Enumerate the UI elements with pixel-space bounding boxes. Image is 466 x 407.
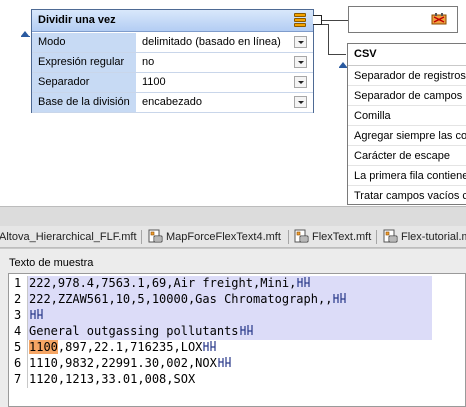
csv-option[interactable]: Separador de campos — [348, 86, 466, 106]
text-line: 6 1110,9832,22991.30,002,NOX — [9, 356, 465, 372]
line-number: 6 — [14, 356, 22, 370]
line-number: 5 — [14, 340, 22, 354]
csv-title: CSV — [348, 44, 466, 66]
csv-option[interactable]: Comilla — [348, 106, 466, 126]
document-tabs: Altova_Hierarchical_FLF.mft MapForceFlex… — [0, 226, 466, 248]
csv-component[interactable]: CSV Separador de registros Separador de … — [347, 43, 466, 205]
csv-option[interactable]: Agregar siempre las comillas — [348, 126, 466, 146]
output-connector[interactable] — [313, 15, 322, 25]
property-row-separator[interactable]: Separador 1100 — [32, 73, 313, 93]
dropdown-arrow-icon[interactable] — [294, 76, 307, 88]
connection-line[interactable] — [328, 54, 346, 55]
property-name: Separador — [32, 73, 136, 92]
property-value: 1100 — [142, 76, 166, 88]
line-content: 222,978.4,7563.1,69,Air freight,Mini, — [29, 276, 311, 292]
line-content: 222,ZZAW561,10,5,10000,Gas Chromatograph… — [29, 292, 347, 308]
text-line: 3 — [9, 308, 465, 324]
newline-icon — [203, 341, 217, 351]
panel-title: Texto de muestra — [9, 257, 94, 269]
line-text: General outgassing pollutants — [29, 324, 239, 338]
line-number: 4 — [14, 324, 22, 338]
pane-splitter[interactable] — [0, 206, 466, 226]
line-number: 1 — [14, 276, 22, 290]
csv-option[interactable]: Separador de registros — [348, 66, 466, 86]
line-content: 1120,1213,33.01,008,SOX — [29, 372, 195, 388]
separator-match-highlight: 1100 — [29, 340, 58, 354]
tab-label: MapForceFlexText4.mft — [166, 231, 281, 243]
line-text: 222,ZZAW561,10,5,10000,Gas Chromatograph… — [29, 292, 333, 306]
tab-divider — [141, 230, 142, 244]
gutter-divider — [27, 356, 28, 372]
mapping-file-icon — [148, 229, 163, 243]
tab-divider — [288, 230, 289, 244]
line-number: 2 — [14, 292, 22, 306]
property-row-split-base[interactable]: Base de la división encabezado — [32, 93, 313, 113]
property-row-regex[interactable]: Expresión regular no — [32, 53, 313, 73]
tab-label: FlexText.mft — [312, 231, 372, 243]
newline-icon — [239, 325, 253, 335]
split-once-component[interactable]: Dividir una vez Modo delimitado (basado … — [31, 9, 314, 113]
property-row-mode[interactable]: Modo delimitado (basado en línea) — [32, 33, 313, 53]
property-value: no — [142, 56, 155, 68]
dropdown-arrow-icon[interactable] — [294, 36, 307, 48]
property-value: encabezado — [142, 96, 202, 108]
sample-text-editor[interactable]: 1 222,978.4,7563.1,69,Air freight,Mini, … — [8, 273, 466, 407]
property-name: Expresión regular — [32, 53, 136, 72]
line-text: 222,978.4,7563.1,69,Air freight,Mini, — [29, 276, 297, 290]
gutter-divider — [27, 372, 28, 388]
gutter-divider — [27, 324, 28, 340]
target-component[interactable] — [348, 6, 458, 33]
line-number: 3 — [14, 308, 22, 322]
mapping-design-area: Dividir una vez Modo delimitado (basado … — [0, 0, 466, 206]
collapse-icon[interactable] — [21, 31, 30, 37]
mapping-file-icon — [294, 229, 309, 243]
text-line: 7 1120,1213,33.01,008,SOX — [9, 372, 465, 388]
line-text: 1120,1213,33.01,008,SOX — [29, 372, 196, 386]
tab-label: Altova_Hierarchical_FLF.mft — [0, 231, 137, 243]
text-line: 2 222,ZZAW561,10,5,10000,Gas Chromatogra… — [9, 292, 465, 308]
line-content — [29, 308, 44, 324]
tab-label: Flex-tutorial.mft — [401, 231, 466, 243]
text-line: 5 1100,897,22.1,716235,LOX — [9, 340, 465, 356]
connection-line[interactable] — [328, 24, 329, 54]
line-content: 1110,9832,22991.30,002,NOX — [29, 356, 232, 372]
line-text: ,897,22.1,716235,LOX — [57, 340, 203, 354]
tab-altova-hierarchical[interactable]: Altova_Hierarchical_FLF.mft — [0, 228, 137, 247]
property-name: Modo — [32, 33, 136, 52]
gutter-divider — [27, 292, 28, 308]
csv-option[interactable]: La primera fila contiene nombres — [348, 166, 466, 186]
tab-mapforceflextext4[interactable]: MapForceFlexText4.mft — [166, 228, 281, 247]
text-line: 4 General outgassing pollutants — [9, 324, 465, 340]
tab-divider — [376, 230, 377, 244]
gutter-divider — [27, 308, 28, 324]
gutter-divider — [27, 276, 28, 292]
line-content: General outgassing pollutants — [29, 324, 254, 340]
line-text: 1110,9832,22991.30,002,NOX — [29, 356, 217, 370]
property-value: delimitado (basado en línea) — [142, 36, 281, 48]
component-title: Dividir una vez — [38, 14, 116, 26]
component-header: Dividir una vez — [32, 10, 313, 32]
tab-flextext[interactable]: FlexText.mft — [312, 228, 371, 247]
gutter-divider — [27, 340, 28, 356]
dropdown-arrow-icon[interactable] — [294, 56, 307, 68]
mapping-file-icon — [383, 229, 398, 243]
flextext-component-icon — [431, 13, 447, 25]
connection-line[interactable] — [322, 20, 348, 21]
newline-icon — [30, 309, 43, 319]
newline-icon — [218, 357, 231, 367]
newline-icon — [297, 277, 310, 287]
tab-flex-tutorial[interactable]: Flex-tutorial.mft — [401, 228, 466, 247]
property-name: Base de la división — [32, 93, 136, 112]
csv-option[interactable]: Tratar campos vacíos como — [348, 186, 466, 204]
text-line: 1 222,978.4,7563.1,69,Air freight,Mini, — [9, 276, 465, 292]
sample-text-panel: Texto de muestra 1 222,978.4,7563.1,69,A… — [0, 248, 466, 407]
line-number: 7 — [14, 372, 22, 386]
line-content: 1100,897,22.1,716235,LOX — [29, 340, 217, 356]
component-menu-icon[interactable] — [294, 13, 306, 28]
dropdown-arrow-icon[interactable] — [294, 96, 307, 108]
newline-icon — [333, 293, 347, 303]
csv-option[interactable]: Carácter de escape — [348, 146, 466, 166]
